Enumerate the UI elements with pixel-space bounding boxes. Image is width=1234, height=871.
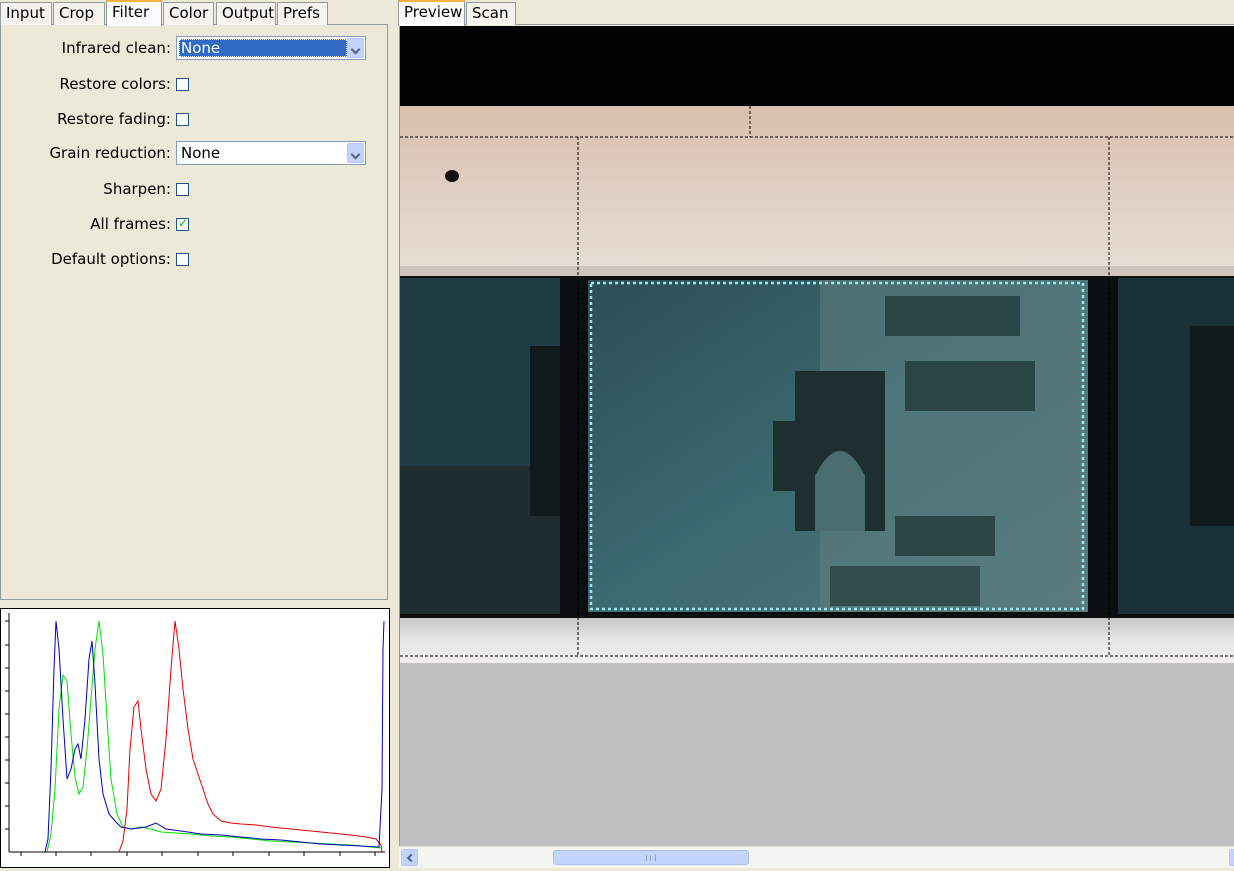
restore-fading-label: Restore fading: bbox=[57, 110, 171, 128]
grain-reduction-select[interactable]: None bbox=[176, 141, 366, 165]
restore-colors-label: Restore colors: bbox=[59, 75, 172, 93]
default-options-row: Default options: bbox=[1, 246, 389, 272]
infrared-clean-value: None bbox=[179, 39, 347, 57]
sharpen-row: Sharpen: bbox=[1, 176, 389, 202]
restore-colors-checkbox[interactable] bbox=[176, 78, 189, 91]
grain-reduction-value: None bbox=[181, 144, 221, 162]
tab-preview[interactable]: Preview bbox=[398, 0, 465, 26]
tab-input[interactable]: Input bbox=[0, 2, 52, 25]
tab-scan[interactable]: Scan bbox=[466, 2, 516, 25]
filter-panel: Infrared clean: None Restore colors: Res… bbox=[0, 25, 388, 600]
right-tab-strip: Preview Scan bbox=[398, 0, 1234, 26]
scan-preview-image[interactable] bbox=[400, 26, 1234, 846]
tab-prefs[interactable]: Prefs bbox=[277, 2, 328, 25]
tab-filter[interactable]: Filter bbox=[106, 0, 162, 26]
default-options-label: Default options: bbox=[51, 250, 171, 268]
default-options-checkbox[interactable] bbox=[176, 253, 189, 266]
chevron-down-icon[interactable] bbox=[347, 143, 364, 163]
scroll-right-button[interactable] bbox=[1229, 849, 1234, 866]
grip-icon bbox=[646, 855, 656, 861]
chevron-down-icon[interactable] bbox=[347, 38, 364, 58]
tab-crop[interactable]: Crop bbox=[53, 2, 105, 25]
horizontal-scrollbar[interactable] bbox=[399, 846, 1234, 868]
check-mark-icon: ✓ bbox=[178, 216, 189, 230]
scroll-left-button[interactable] bbox=[401, 849, 418, 866]
tab-output[interactable]: Output bbox=[216, 2, 276, 25]
infrared-clean-row: Infrared clean: None bbox=[1, 35, 389, 61]
restore-fading-checkbox[interactable] bbox=[176, 113, 189, 126]
histogram-green-curve bbox=[46, 620, 382, 853]
histogram-plot bbox=[5, 613, 385, 856]
grain-reduction-label: Grain reduction: bbox=[49, 144, 171, 162]
histogram-blue-curve bbox=[44, 620, 385, 853]
infrared-clean-select[interactable]: None bbox=[176, 36, 366, 60]
sharpen-label: Sharpen: bbox=[103, 180, 171, 198]
all-frames-checkbox[interactable]: ✓ bbox=[176, 216, 189, 231]
restore-colors-row: Restore colors: bbox=[1, 71, 389, 97]
grain-reduction-row: Grain reduction: None bbox=[1, 140, 389, 166]
scroll-thumb[interactable] bbox=[553, 850, 749, 865]
all-frames-row: All frames: ✓ bbox=[1, 211, 389, 237]
restore-fading-row: Restore fading: bbox=[1, 106, 389, 132]
histogram-red-curve bbox=[118, 620, 383, 853]
sharpen-checkbox[interactable] bbox=[176, 183, 189, 196]
infrared-clean-label: Infrared clean: bbox=[61, 39, 171, 57]
left-tab-strip: Input Crop Filter Color Output Prefs bbox=[0, 0, 388, 26]
preview-area[interactable] bbox=[399, 26, 1234, 846]
histogram bbox=[0, 608, 390, 868]
tab-color[interactable]: Color bbox=[163, 2, 214, 25]
all-frames-label: All frames: bbox=[90, 215, 171, 233]
